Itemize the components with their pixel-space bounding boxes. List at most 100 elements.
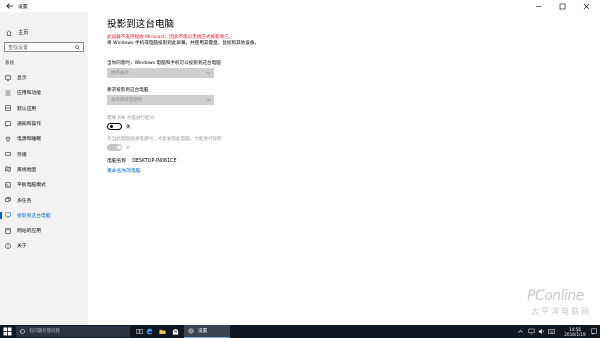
maximize-button[interactable] [552, 0, 572, 12]
title-bar: 设置 [0, 0, 600, 12]
sidebar-item-label: 平板电脑模式 [17, 183, 46, 189]
file-explorer-button[interactable] [157, 327, 167, 337]
sidebar-item-label: 显示 [17, 76, 27, 82]
apps-for-websites-icon [5, 227, 11, 234]
settings-search-box[interactable] [4, 42, 84, 52]
sidebar-item-project-to-this-pc[interactable]: 投影到这台电脑 [0, 208, 88, 223]
network-icon[interactable] [528, 328, 535, 335]
close-button[interactable] [576, 0, 596, 12]
cortana-search-input[interactable] [29, 327, 124, 336]
volume-icon[interactable] [538, 328, 545, 335]
sidebar-item-label: 存储 [17, 152, 27, 158]
sidebar-item-label: 网站的应用 [17, 229, 41, 235]
folder-icon [158, 329, 166, 334]
require-pin-label: 需要 PIN 才能进行配对 [107, 116, 155, 121]
sidebar-item-label: 应用和功能 [17, 91, 41, 97]
window-title: 设置 [18, 5, 28, 10]
input-method-icon[interactable] [548, 328, 555, 335]
miracast-warning: 此设备不支持接收 Miracast，因此不能以无线方式投影到它。 [107, 35, 234, 40]
pc-name-value: DESKTOP-IN061CE [132, 159, 177, 164]
power-only-label: 仅当此电脑接通电源时，才能发现此电脑，才能进行投影 [107, 137, 222, 142]
sidebar-item-label: 通知和操作 [17, 122, 41, 128]
availability-label: 当你同意时，Windows 电脑和手机可以投影到这台电脑 [107, 61, 221, 66]
chevron-down-icon [206, 71, 211, 75]
sidebar-item-label: 多任务 [17, 198, 32, 204]
require-pin-state: 关 [126, 125, 131, 130]
toggle-knob [109, 125, 113, 129]
ask-to-project-value: 每次请求连接时 [111, 98, 142, 103]
sidebar: 主页 系统 显示 应用和功能 默认应用 通知和操作 电源和睡眠 [0, 12, 88, 325]
settings-search-input[interactable] [5, 43, 71, 52]
store-button[interactable] [170, 327, 180, 337]
watermark-cn: 太平洋电脑网 [531, 307, 591, 316]
pc-name-row: 电脑名称 DESKTOP-IN061CE [107, 157, 177, 164]
sidebar-item-label: 离线地图 [17, 167, 37, 173]
watermark-logo: PConline 太平洋电脑网 [527, 288, 597, 322]
windows-start-icon[interactable] [3, 327, 12, 336]
sidebar-item-label: 投影到这台电脑 [17, 213, 51, 219]
taskbar: 设置 14:56 2016/1/19 [0, 325, 600, 338]
minimize-button[interactable] [528, 0, 548, 12]
about-icon [5, 243, 11, 249]
gear-icon [188, 328, 194, 334]
rename-pc-link[interactable]: 重命名你的电脑 [107, 167, 141, 174]
sidebar-item-about[interactable]: 关于 [0, 238, 88, 253]
sidebar-item-storage[interactable]: 存储 [0, 146, 88, 161]
storage-icon [5, 152, 11, 156]
power-only-toggle [107, 144, 122, 151]
page-title: 投影到这台电脑 [107, 19, 175, 30]
cortana-search-box[interactable] [16, 326, 130, 337]
availability-dropdown: 始终关闭 [107, 68, 214, 78]
sidebar-item-apps[interactable]: 应用和功能 [0, 85, 88, 100]
close-icon [583, 3, 589, 9]
store-icon [172, 329, 178, 335]
ask-to-project-label: 要求投影到这台电脑 [107, 88, 149, 93]
apps-icon [5, 90, 11, 96]
taskbar-app-label: 设置 [198, 329, 208, 334]
search-icon[interactable] [75, 45, 80, 50]
sidebar-item-label: 关于 [17, 244, 27, 250]
default-apps-icon [5, 105, 11, 111]
sidebar-item-tablet-mode[interactable]: 平板电脑模式 [0, 177, 88, 192]
chevron-down-icon [206, 98, 211, 102]
clock-date: 2016/1/19 [564, 331, 586, 337]
toggle-knob [117, 145, 121, 150]
notifications-icon [5, 121, 11, 127]
availability-value: 始终关闭 [111, 71, 129, 76]
edge-browser-icon [146, 328, 152, 335]
offline-maps-icon [5, 166, 11, 173]
section-label: 系统 [5, 61, 15, 66]
taskbar-app-settings[interactable]: 设置 [184, 325, 230, 338]
tablet-mode-icon [5, 182, 11, 188]
taskbar-clock[interactable]: 14:56 2016/1/19 [560, 327, 590, 337]
sidebar-item-multitasking[interactable]: 多任务 [0, 192, 88, 207]
sidebar-item-notifications[interactable]: 通知和操作 [0, 116, 88, 131]
edge-button[interactable] [144, 327, 154, 337]
sidebar-item-display[interactable]: 显示 [0, 70, 88, 85]
sidebar-item-power[interactable]: 电源和睡眠 [0, 131, 88, 146]
tray-chevron-icon[interactable] [517, 328, 524, 335]
sidebar-nav: 显示 应用和功能 默认应用 通知和操作 电源和睡眠 存储 离线地图 平板电脑模式… [0, 70, 88, 254]
ask-to-project-dropdown: 每次请求连接时 [107, 95, 214, 105]
back-arrow-icon[interactable] [5, 1, 15, 11]
page-description: 将 Windows 手机或电脑投影到此屏幕，并使用其键盘、鼠标和其他设备。 [107, 41, 260, 46]
task-view-button[interactable] [134, 327, 144, 337]
multitasking-icon [5, 197, 11, 202]
power-only-state: 开 [126, 146, 131, 151]
sidebar-item-default-apps[interactable]: 默认应用 [0, 101, 88, 116]
project-icon [5, 212, 11, 218]
minimize-icon [535, 5, 541, 7]
maximize-icon [559, 3, 565, 9]
sidebar-item-label: 默认应用 [17, 106, 37, 112]
sidebar-item-offline-maps[interactable]: 离线地图 [0, 162, 88, 177]
cortana-icon [20, 329, 25, 334]
home-label: 主页 [18, 30, 29, 36]
action-center-icon[interactable] [591, 328, 597, 335]
power-icon [5, 136, 11, 142]
task-view-icon [135, 329, 143, 334]
require-pin-toggle[interactable] [107, 123, 122, 130]
sidebar-item-apps-for-websites[interactable]: 网站的应用 [0, 223, 88, 238]
home-icon [6, 29, 12, 36]
sidebar-item-label: 电源和睡眠 [17, 137, 41, 143]
home-link[interactable]: 主页 [4, 28, 84, 37]
